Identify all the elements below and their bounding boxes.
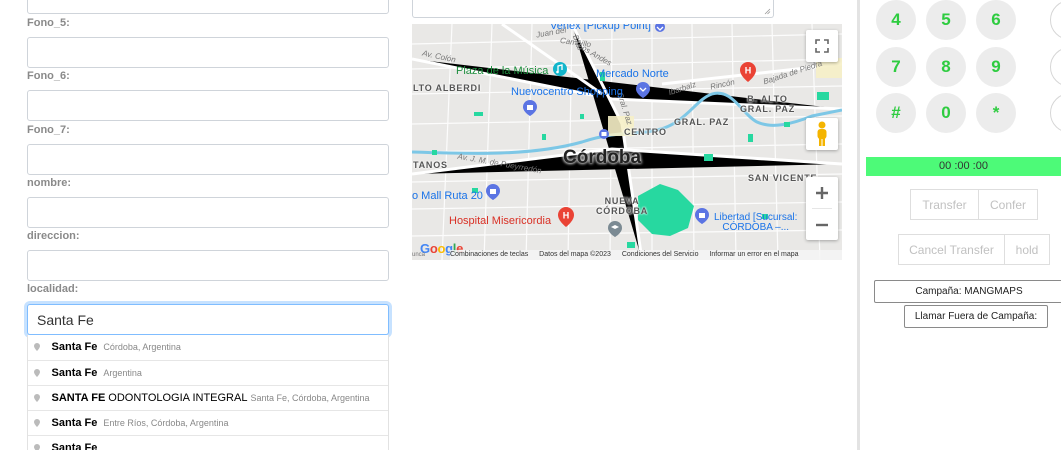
fono-5-label: Fono_5:: [27, 17, 70, 29]
hold-button[interactable]: hold: [1004, 234, 1050, 265]
map-pin-icon: [34, 369, 40, 377]
fono-6-input[interactable]: [27, 90, 389, 121]
neighborhood-label: B. ALTO GRAL. PAZ: [740, 94, 796, 114]
fono-7-label: Fono_7:: [27, 124, 70, 136]
autocomplete-item[interactable]: Santa Fe Córdoba, Argentina: [28, 335, 388, 360]
map-partial-label: unca: [412, 252, 426, 258]
zoom-in-button[interactable]: [806, 177, 838, 208]
pegman-icon: [817, 121, 827, 146]
autocomplete-item[interactable]: Santa Fe Entre Ríos, Córdoba, Argentina: [28, 410, 388, 435]
autocomplete-item[interactable]: Santa Fe: [28, 435, 388, 450]
shopping-marker-icon[interactable]: [523, 100, 537, 116]
keyboard-shortcuts-link[interactable]: Combinaciones de teclas: [450, 251, 528, 258]
direccion-input[interactable]: [27, 250, 389, 281]
poi-label[interactable]: Mercado Norte: [596, 68, 669, 80]
poi-label[interactable]: Libertad [Sucursal: CÓRDOBA –...: [714, 213, 797, 233]
poi-label[interactable]: o Mall Ruta 20: [412, 190, 483, 202]
contact-form: Fono_5: Fono_6: Fono_7: nombre: direccio…: [0, 0, 400, 450]
autocomplete-item[interactable]: SANTA FE ODONTOLOGIA INTEGRAL Santa Fe, Có…: [28, 385, 388, 410]
shopping-marker-icon[interactable]: [598, 128, 610, 140]
call-timer: 00 :00 :00: [866, 157, 1061, 176]
zoom-out-button[interactable]: [806, 209, 838, 240]
shopping-marker-icon[interactable]: [636, 82, 650, 98]
dial-key-4[interactable]: 4: [876, 0, 916, 40]
map-pin-icon: [34, 343, 40, 351]
map-pin-icon: [34, 419, 40, 427]
dial-key-6[interactable]: 6: [976, 0, 1016, 40]
poi-label[interactable]: Venex [Pickup Point]: [550, 24, 651, 32]
fono-6-label: Fono_6:: [27, 70, 70, 82]
nombre-label: nombre:: [27, 177, 71, 189]
svg-text:H: H: [745, 66, 752, 76]
terms-link[interactable]: Condiciones del Servicio: [622, 251, 699, 258]
localidad-input[interactable]: [27, 304, 389, 335]
direccion-label: direccion:: [27, 230, 80, 242]
dial-key-7[interactable]: 7: [876, 47, 916, 87]
nombre-input[interactable]: [27, 197, 389, 228]
dial-key-hash[interactable]: #: [876, 93, 916, 133]
dial-key-0[interactable]: 0: [926, 93, 966, 133]
dial-key-8[interactable]: 8: [926, 47, 966, 87]
fullscreen-button[interactable]: [806, 30, 838, 62]
report-error-link[interactable]: Informar un error en el mapa: [709, 251, 798, 258]
dial-extra-button[interactable]: [1050, 0, 1061, 40]
dial-extra-button[interactable]: [1050, 93, 1061, 133]
neighborhood-label: CENTRO: [624, 127, 667, 137]
neighborhood-label: NUEVA CÓRDOBA: [596, 196, 649, 216]
fullscreen-icon: [815, 39, 829, 53]
plus-icon: [816, 186, 828, 199]
campaign-button[interactable]: Campaña: MANGMAPS: [874, 280, 1061, 303]
svg-text:H: H: [563, 211, 570, 221]
music-marker-icon[interactable]: [552, 61, 568, 77]
neighborhood-label: GRAL. PAZ: [674, 117, 730, 127]
autocomplete-item[interactable]: Santa Fe Argentina: [28, 360, 388, 385]
poi-label[interactable]: Hospital Misericordia: [449, 215, 551, 227]
autocomplete-list: Santa Fe Córdoba, Argentina Santa Fe Argen…: [27, 335, 389, 450]
zoom-control: [806, 177, 838, 240]
hospital-marker-icon[interactable]: H: [558, 207, 574, 227]
dial-key-9[interactable]: 9: [976, 47, 1016, 87]
map-pin-icon: [34, 444, 40, 450]
minus-icon: [816, 223, 828, 226]
neighborhood-label: TANOS: [413, 160, 448, 170]
shopping-marker-icon[interactable]: [695, 208, 709, 224]
university-marker-icon[interactable]: [608, 221, 622, 237]
dial-key-5[interactable]: 5: [926, 0, 966, 40]
map-data-text: Datos del mapa ©2023: [539, 251, 611, 258]
map-pin-icon: [34, 394, 40, 402]
notes-textarea[interactable]: [412, 0, 774, 18]
neighborhood-label: LTO ALBERDI: [413, 83, 482, 93]
dial-extra-button[interactable]: [1050, 47, 1061, 87]
panel-divider: [857, 0, 860, 450]
resize-grip-icon[interactable]: [764, 8, 771, 15]
fono-7-input[interactable]: [27, 144, 389, 175]
localidad-label: localidad:: [27, 283, 79, 295]
map-footer: Combinaciones de teclas Datos del mapa ©…: [450, 250, 842, 260]
google-map[interactable]: Av. Colón Juan del Campillo Los Andes Av…: [412, 24, 842, 260]
cancel-transfer-button[interactable]: Cancel Transfer: [898, 234, 1005, 265]
fono-5-input[interactable]: [27, 37, 389, 68]
poi-label[interactable]: Plaza de la Música: [456, 65, 548, 77]
transfer-button[interactable]: Transfer: [910, 189, 979, 220]
shopping-marker-icon[interactable]: [654, 24, 666, 34]
city-label: Córdoba: [563, 147, 642, 168]
dial-key-star[interactable]: *: [976, 93, 1016, 133]
conference-button[interactable]: Confer: [978, 189, 1038, 220]
street-view-button[interactable]: [806, 118, 838, 150]
shopping-marker-icon[interactable]: [486, 184, 500, 200]
call-outside-campaign-button[interactable]: Llamar Fuera de Campaña:: [904, 305, 1048, 328]
fono-4-input[interactable]: [27, 0, 389, 14]
hospital-marker-icon[interactable]: H: [740, 62, 756, 82]
poi-label[interactable]: Nuevocentro Shopping: [511, 86, 623, 98]
